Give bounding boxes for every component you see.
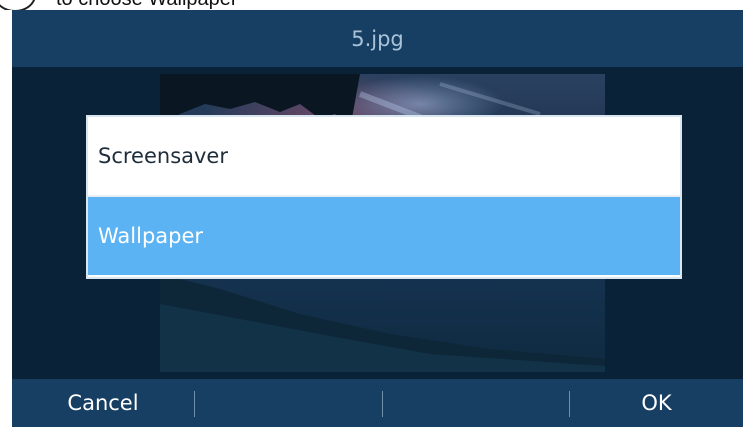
softkey-ok-label: OK [641, 391, 672, 415]
screen-body: Screensaver Wallpaper [12, 67, 743, 379]
option-wallpaper-label: Wallpaper [98, 224, 204, 248]
option-screensaver-label: Screensaver [98, 144, 228, 168]
title-bar: 5.jpg [12, 10, 743, 67]
softkey-bar: Cancel OK [12, 379, 743, 427]
page: to choose Wallpaper 5.jpg Screensaver [0, 0, 743, 427]
option-wallpaper[interactable]: Wallpaper [88, 197, 680, 275]
softkey-cancel[interactable]: Cancel [12, 379, 194, 427]
softkey-3[interactable] [383, 379, 565, 427]
softkey-ok[interactable]: OK [570, 379, 743, 427]
softkey-2[interactable] [195, 379, 377, 427]
rotate-arrow-icon [0, 0, 36, 10]
screen-title: 5.jpg [351, 26, 404, 51]
instruction-caption: to choose Wallpaper [0, 0, 743, 10]
set-as-dialog: Screensaver Wallpaper [86, 115, 682, 279]
caption-text: to choose Wallpaper [56, 0, 238, 10]
softkey-cancel-label: Cancel [67, 391, 139, 415]
phone-screen: 5.jpg Screensaver Wallpaper Cancel OK [12, 10, 743, 427]
option-screensaver[interactable]: Screensaver [88, 117, 680, 195]
